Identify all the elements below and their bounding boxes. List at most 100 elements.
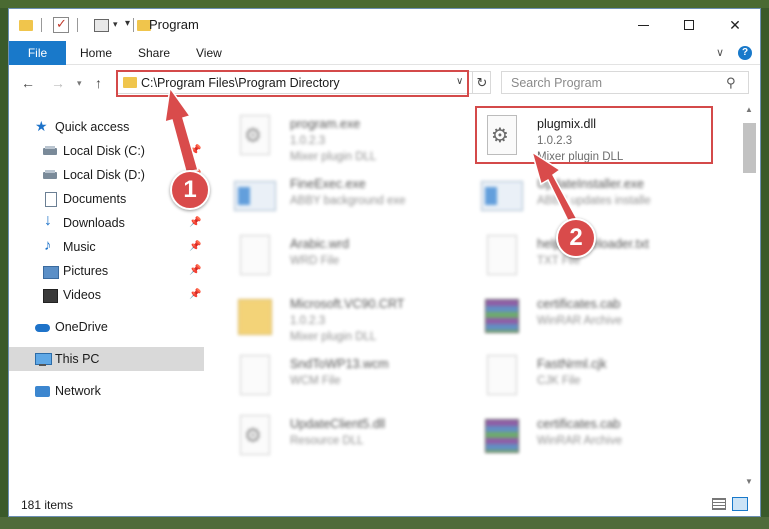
file-item[interactable]: certificates.cab WinRAR Archive [471,407,716,465]
pin-icon[interactable]: 📌 [189,265,201,276]
file-item[interactable]: SndToWP13.wcm WCM File [224,347,469,405]
downloads-icon [43,212,57,230]
properties-check-icon[interactable] [53,16,69,33]
status-bar: 181 items [9,491,760,516]
scroll-up-icon[interactable]: ▲ [745,105,753,114]
close-button[interactable]: ✕ [712,9,758,41]
file-type: Resource DLL [290,435,364,447]
forward-arrow-icon[interactable]: → [51,75,65,91]
file-name: UpdateClient5.dll [290,417,386,431]
sidebar-item-label: Pictures [63,264,109,278]
help-icon[interactable]: ? [738,46,752,60]
separator [133,18,134,32]
sidebar-item-local-disk-c[interactable]: Local Disk (C:) 📌 [9,139,204,163]
documents-icon [43,192,57,207]
minimize-button[interactable] [620,9,666,41]
file-list: program.exe 1.0.2.3 Mixer plugin DLL plu… [214,101,739,491]
scroll-thumb[interactable] [743,123,756,173]
desktop-background-top [0,0,769,8]
details-view-icon[interactable] [712,498,726,510]
tab-share[interactable]: Share [138,41,170,65]
file-name: certificates.cab [537,297,621,311]
folder-icon[interactable] [19,17,35,33]
ribbon: File Home Share View ∨ ? [9,41,760,65]
tab-home[interactable]: Home [80,41,112,65]
file-name: UpdateInstaller.exe [537,177,645,191]
gear-icon [232,413,276,457]
customize-toolbar-icon[interactable]: ▾ [125,18,130,29]
sidebar-item-pictures[interactable]: Pictures 📌 [9,259,204,283]
search-icon[interactable]: ⚲ [726,75,736,91]
file-name: Microsoft.VC90.CRT [290,297,405,311]
sidebar-item-label: Videos [63,288,101,302]
step-badge-1: 1 [170,170,210,210]
file-item[interactable]: UpdateClient5.dll Resource DLL [224,407,469,465]
refresh-icon[interactable]: ↻ [472,72,491,93]
sidebar-item-label: Local Disk (D:) [63,168,145,182]
file-item-plugmix-dll[interactable]: plugmix.dll 1.0.2.3 Mixer plugin DLL [471,107,716,165]
sidebar-item-network[interactable]: Network [9,379,204,403]
file-item[interactable]: certificates.cab WinRAR Archive [471,287,716,345]
sidebar-item-label: Documents [63,192,127,206]
recent-locations-icon[interactable]: ▾ [77,78,82,89]
file-type: WinRAR Archive [537,315,622,327]
search-box[interactable]: ⚲ [501,71,749,94]
file-item[interactable]: FastNrml.cjk CJK File [471,347,716,405]
file-description: Mixer plugin DLL [537,151,624,163]
search-input[interactable] [502,72,722,93]
sidebar-item-downloads[interactable]: Downloads 📌 [9,211,204,235]
close-icon: ✕ [729,16,741,33]
tab-view[interactable]: View [196,41,222,65]
tab-file[interactable]: File [9,41,66,65]
chevron-down-icon[interactable]: ▾ [113,19,118,30]
pin-icon[interactable]: 📌 [189,145,201,156]
file-name: Arabic.wrd [290,237,350,251]
pin-icon[interactable]: 📌 [189,217,201,228]
expand-ribbon-icon[interactable]: ∨ [716,46,724,59]
exe-icon [479,173,523,217]
scroll-down-icon[interactable]: ▼ [745,477,753,486]
file-item[interactable]: FineExec.exe ABBY background exe [224,167,469,225]
sidebar-item-label: Quick access [55,120,130,134]
maximize-button[interactable] [666,9,712,41]
disk-icon [43,144,57,158]
folder-icon [123,76,137,88]
large-icons-view-icon[interactable] [732,497,748,511]
up-arrow-icon[interactable]: ↑ [95,75,102,91]
file-name: SndToWP13.wcm [290,357,389,371]
file-description: Mixer plugin DLL [290,331,377,343]
file-version: 1.0.2.3 [537,135,573,147]
sidebar-item-quick-access[interactable]: Quick access [9,115,204,139]
file-item[interactable]: Microsoft.VC90.CRT 1.0.2.3 Mixer plugin … [224,287,469,345]
sidebar-item-label: Downloads [63,216,125,230]
network-icon [35,384,50,398]
exe-icon [232,173,276,217]
pin-icon[interactable]: 📌 [189,241,201,252]
back-arrow-icon[interactable]: ← [21,75,35,91]
file-description: Mixer plugin DLL [290,151,377,163]
chevron-down-icon[interactable]: ∨ [456,76,463,87]
file-name: FastNrml.cjk [537,357,607,371]
sidebar-item-label: Local Disk (C:) [63,144,145,158]
title-bar: ▾ ▾ Program ✕ [9,9,760,41]
file-name: plugmix.dll [537,117,597,131]
file-name: FineExec.exe [290,177,366,191]
pin-icon[interactable]: 📌 [189,289,201,300]
new-folder-icon[interactable] [93,17,109,33]
file-item[interactable]: UpdateInstaller.exe ABBY updates install… [471,167,716,225]
address-bar[interactable]: C:\Program Files\Program Directory ∨ ↻ [117,71,491,94]
vertical-scrollbar[interactable]: ▲ ▼ [739,101,760,491]
separator [41,18,42,32]
sidebar-item-this-pc[interactable]: This PC [9,347,204,371]
file-item[interactable]: Arabic.wrd WRD File [224,227,469,285]
navigation-bar: ← → ▾ ↑ C:\Program Files\Program Directo… [9,65,760,99]
sidebar-item-videos[interactable]: Videos 📌 [9,283,204,307]
sidebar-item-music[interactable]: Music 📌 [9,235,204,259]
document-icon [479,353,523,397]
sidebar-item-onedrive[interactable]: OneDrive [9,315,204,339]
disk-icon [43,168,57,182]
file-item[interactable]: program.exe 1.0.2.3 Mixer plugin DLL [224,107,469,165]
navigation-pane: Quick access Local Disk (C:) 📌 Local Dis… [9,101,204,491]
address-path[interactable]: C:\Program Files\Program Directory [141,76,340,90]
separator [77,18,78,32]
